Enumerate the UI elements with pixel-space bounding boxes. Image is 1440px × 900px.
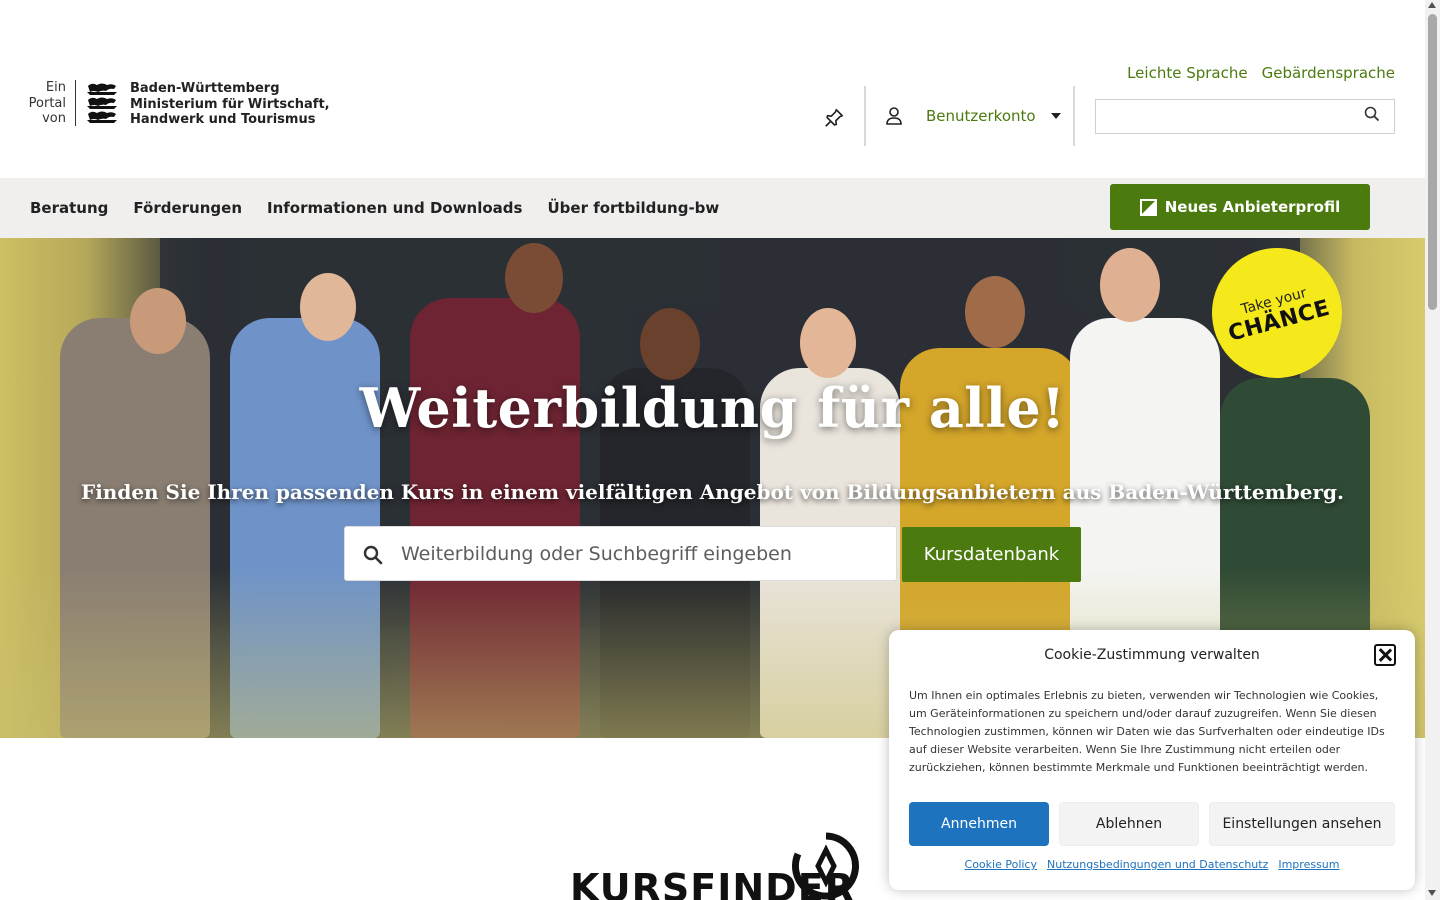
ministry-line: Baden-Württemberg (130, 81, 280, 96)
chevron-down-icon (1050, 113, 1061, 119)
page-scrollbar[interactable] (1425, 0, 1440, 900)
logo-divider (75, 80, 76, 126)
lion-crest-icon (87, 83, 117, 123)
link-leichte-sprache[interactable]: Leichte Sprache (1127, 64, 1248, 82)
scroll-down-icon[interactable] (1428, 890, 1436, 896)
ministry-name: Baden-Württemberg Ministerium für Wirtsc… (130, 81, 330, 128)
hero-photo-figure (1100, 248, 1160, 322)
account-label: Benutzerkonto (926, 107, 1036, 125)
header-separator (864, 86, 866, 146)
portal-text: Ein Portal von (28, 80, 66, 127)
accept-button[interactable]: Annehmen (909, 802, 1049, 846)
ministry-line: Handwerk und Tourismus (130, 112, 316, 127)
scroll-up-icon[interactable] (1428, 2, 1436, 8)
hero-photo-figure (130, 288, 186, 354)
cookie-dialog-title: Cookie-Zustimmung verwalten (1044, 647, 1260, 663)
link-cookie-policy[interactable]: Cookie Policy (965, 858, 1037, 871)
portal-logo[interactable]: Ein Portal von Baden-Württemberg Ministe… (28, 80, 330, 128)
cookie-dialog-text: Um Ihnen ein optimales Erlebnis zu biete… (909, 689, 1385, 774)
header-separator (1073, 86, 1075, 146)
portal-text-line: Portal (28, 95, 66, 111)
kursfinder-logo: KURSFINDER (570, 832, 870, 900)
scrollbar-thumb[interactable] (1428, 14, 1437, 310)
nav-items: Beratung Förderungen Informationen und D… (30, 199, 719, 217)
link-terms-privacy[interactable]: Nutzungsbedingungen und Datenschutz (1047, 858, 1268, 871)
course-database-button[interactable]: Kursdatenbank (902, 527, 1081, 582)
close-icon[interactable] (1374, 644, 1396, 666)
hero-photo-figure (800, 308, 856, 378)
hero-photo-figure (965, 276, 1025, 348)
hero-photo-figure (300, 273, 356, 341)
site-header: Ein Portal von Baden-Württemberg Ministe… (0, 0, 1425, 178)
nav-item-beratung[interactable]: Beratung (30, 199, 108, 217)
hero-subtitle: Finden Sie Ihren passenden Kurs in einem… (81, 480, 1344, 504)
kursfinder-logo-icon (792, 832, 859, 900)
nav-item-informationen[interactable]: Informationen und Downloads (267, 199, 522, 217)
cookie-dialog-links: Cookie Policy Nutzungsbedingungen und Da… (889, 858, 1415, 871)
main-nav: Beratung Förderungen Informationen und D… (0, 178, 1425, 238)
profile-icon (1139, 198, 1157, 216)
portal-text-line: Ein (45, 80, 66, 95)
link-gebaerdensprache[interactable]: Gebärdensprache (1262, 64, 1395, 82)
search-icon (363, 545, 383, 565)
hero-title: Weiterbildung für alle! (359, 376, 1066, 440)
hero-photo-figure (640, 308, 700, 380)
pin-icon[interactable] (823, 107, 845, 129)
link-impressum[interactable]: Impressum (1278, 858, 1339, 871)
view-preferences-button[interactable]: Einstellungen ansehen (1209, 802, 1395, 846)
page: Ein Portal von Baden-Württemberg Ministe… (0, 0, 1440, 900)
course-search-input[interactable] (401, 535, 881, 573)
user-icon (886, 107, 902, 125)
hero-photo-figure (505, 243, 563, 313)
deny-button[interactable]: Ablehnen (1059, 802, 1199, 846)
nav-item-ueber[interactable]: Über fortbildung-bw (547, 199, 719, 217)
nav-item-foerderungen[interactable]: Förderungen (133, 199, 242, 217)
account-menu[interactable]: Benutzerkonto (884, 104, 1061, 128)
header-search-input[interactable] (1095, 99, 1395, 134)
cookie-consent-dialog: Cookie-Zustimmung verwalten Um Ihnen ein… (889, 630, 1415, 890)
course-search-field[interactable] (344, 526, 897, 581)
new-provider-profile-button[interactable]: Neues Anbieterprofil (1110, 184, 1370, 230)
ministry-line: Ministerium für Wirtschaft, (130, 96, 330, 112)
new-provider-profile-label: Neues Anbieterprofil (1164, 198, 1341, 216)
accessibility-links: Leichte Sprache Gebärdensprache (1127, 64, 1395, 82)
portal-text-line: von (42, 111, 66, 126)
search-icon[interactable] (1364, 106, 1380, 122)
